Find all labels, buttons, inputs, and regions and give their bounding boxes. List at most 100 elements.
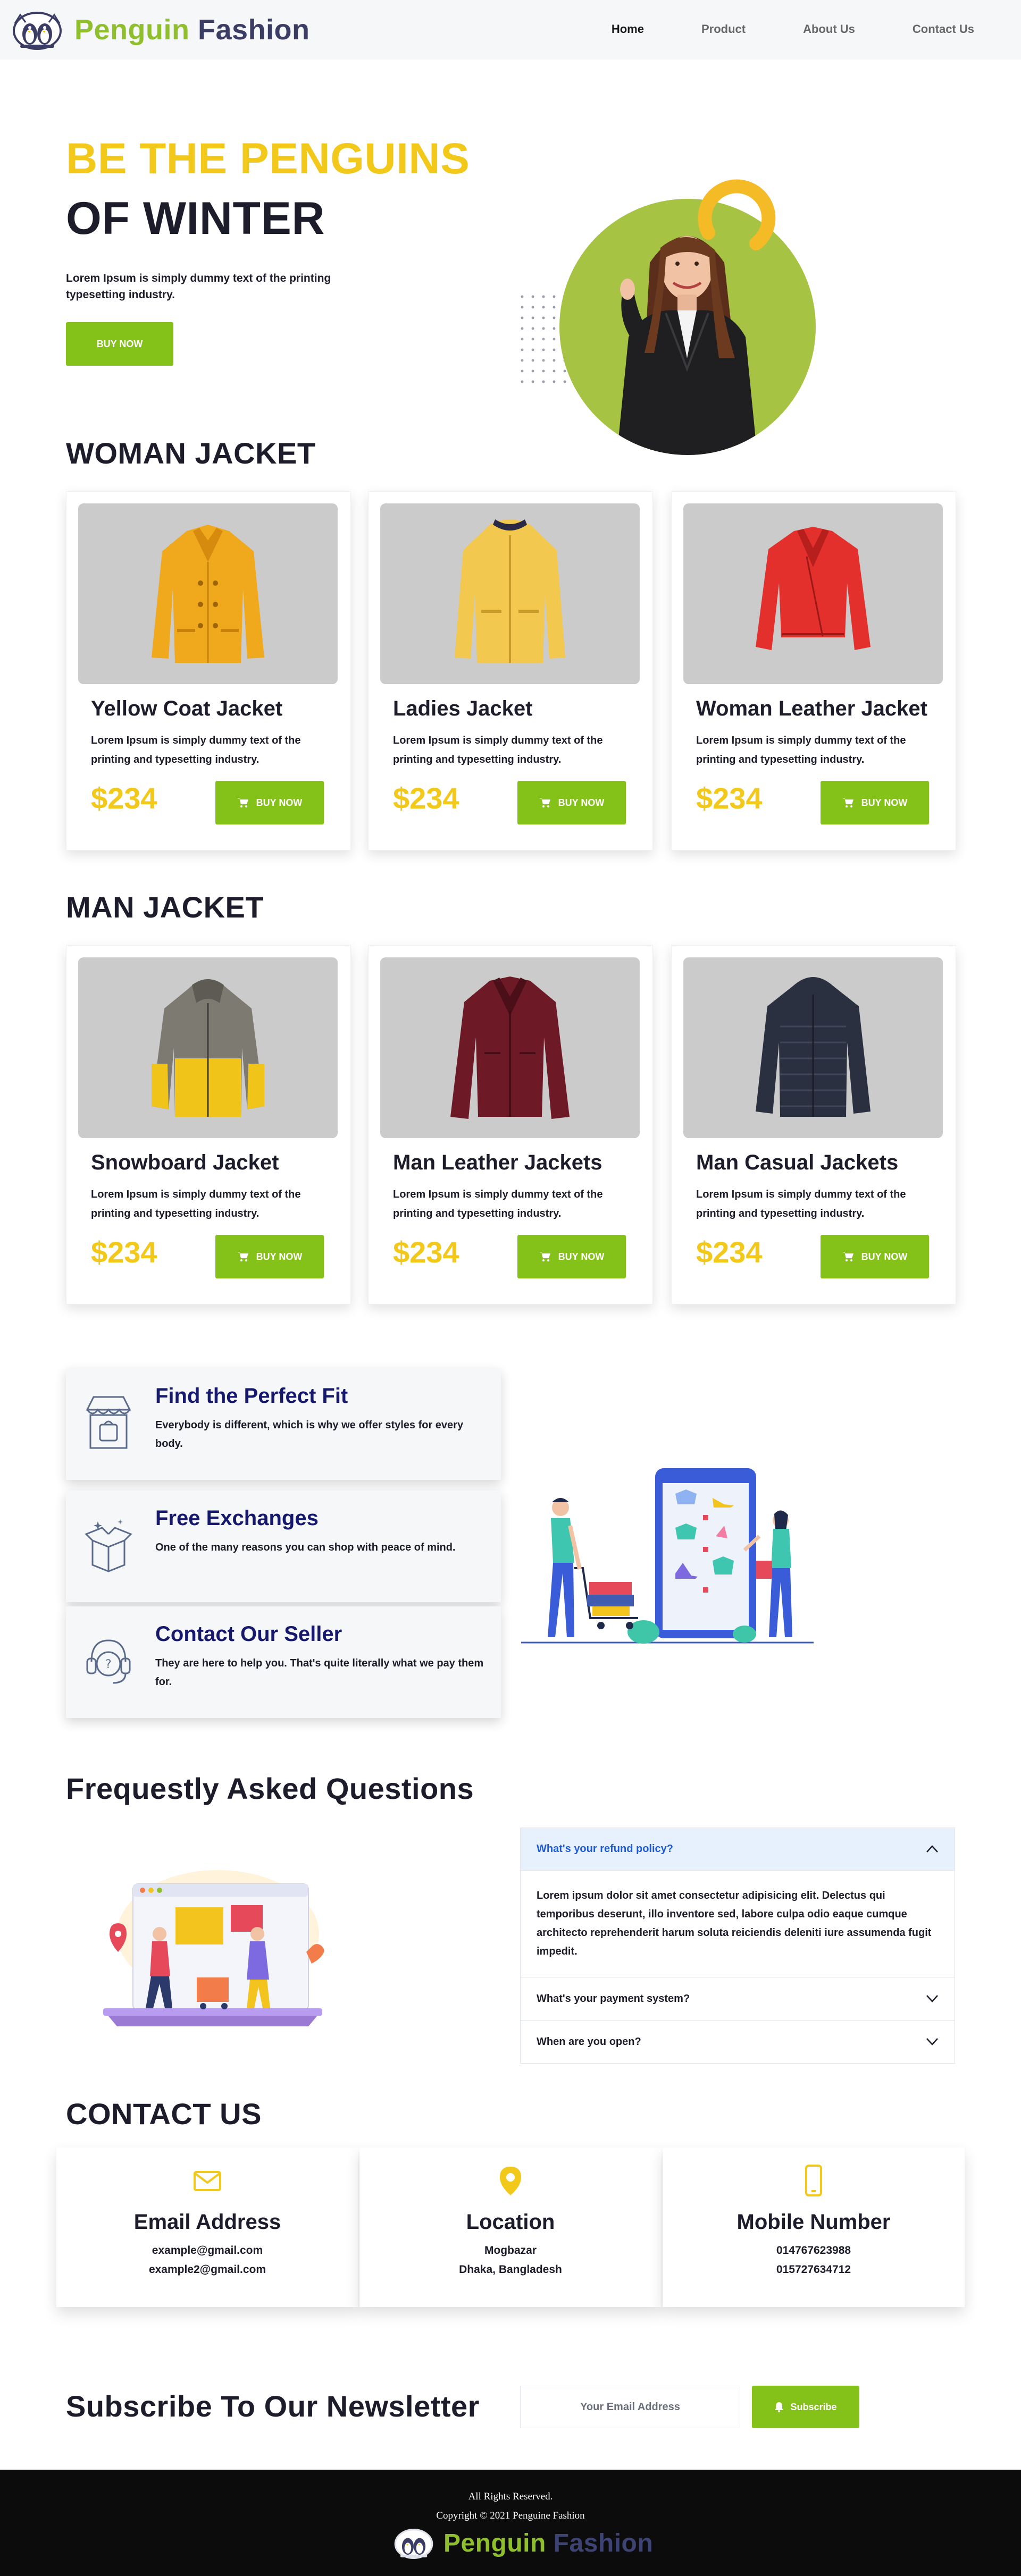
- navbar: Penguin Fashion Home Product About Us Co…: [0, 0, 1021, 60]
- contact-phone-primary[interactable]: 014767623988: [663, 2244, 965, 2257]
- buy-now-button[interactable]: BUY NOW: [821, 781, 929, 824]
- footer-brand-part1: Penguin: [443, 2529, 546, 2557]
- faq-item: When are you open?: [521, 2021, 955, 2063]
- cart-icon: [842, 798, 853, 807]
- bell-icon: [775, 2402, 784, 2412]
- product-image: [380, 503, 640, 684]
- faq-title: Frequestly Asked Questions: [66, 1772, 474, 1805]
- product-image: [78, 503, 338, 684]
- product-title: Woman Leather Jacket: [696, 697, 927, 720]
- cart-icon: [237, 1252, 248, 1261]
- product-title: Man Casual Jackets: [696, 1151, 899, 1174]
- penguin-logo-icon: [394, 2529, 433, 2559]
- faq-question-toggle[interactable]: When are you open?: [521, 2021, 955, 2063]
- product-card: Yellow Coat Jacket Lorem Ipsum is simply…: [66, 491, 351, 851]
- feature-card: ? Contact Our Seller They are here to he…: [66, 1606, 501, 1718]
- buy-now-button[interactable]: BUY NOW: [215, 781, 324, 824]
- contact-email-secondary[interactable]: example2@gmail.com: [56, 2263, 358, 2276]
- footer-copyright: Copyright © 2021 Penguine Fashion: [436, 2510, 585, 2521]
- footer-brand[interactable]: Penguin Fashion: [391, 2527, 653, 2559]
- buy-now-button[interactable]: BUY NOW: [215, 1235, 324, 1278]
- nav-product-link[interactable]: Product: [701, 22, 746, 36]
- feature-title: Contact Our Seller: [155, 1622, 342, 1646]
- contact-card: Location Mogbazar Dhaka, Bangladesh: [359, 2148, 662, 2307]
- brand-name-part1: Penguin: [74, 14, 190, 46]
- faq-accordion: What's your refund policy? Lorem ipsum d…: [520, 1828, 955, 2064]
- footer: All Rights Reserved. Copyright © 2021 Pe…: [0, 2470, 1021, 2576]
- contact-address-line1: Mogbazar: [484, 2244, 537, 2257]
- buy-now-button[interactable]: BUY NOW: [517, 1235, 626, 1278]
- svg-text:?: ?: [105, 1658, 112, 1671]
- product-card: Man Leather Jackets Lorem Ipsum is simpl…: [368, 945, 653, 1304]
- product-image: [78, 957, 338, 1138]
- buy-now-label: BUY NOW: [558, 797, 605, 808]
- woman-jacket-title: WOMAN JACKET: [66, 436, 316, 470]
- contact-title: CONTACT US: [66, 2097, 262, 2131]
- hero-buy-now-label: BUY NOW: [96, 338, 143, 349]
- cart-icon: [842, 1252, 853, 1261]
- buy-now-label: BUY NOW: [861, 797, 908, 808]
- nav-home-link[interactable]: Home: [612, 22, 644, 36]
- product-price: $234: [393, 781, 459, 815]
- product-price: $234: [393, 1235, 459, 1269]
- product-price: $234: [696, 1235, 763, 1269]
- feature-description: They are here to help you. That's quite …: [155, 1657, 484, 1688]
- brand-logo-link[interactable]: Penguin Fashion: [10, 10, 310, 50]
- buy-now-label: BUY NOW: [558, 1251, 605, 1262]
- hero-buy-now-button[interactable]: BUY NOW: [66, 322, 173, 366]
- faq-question-toggle[interactable]: What's your payment system?: [521, 1977, 955, 2020]
- buy-now-label: BUY NOW: [256, 797, 303, 808]
- newsletter-email-input[interactable]: [520, 2386, 740, 2428]
- faq-question-text: What's your payment system?: [537, 1992, 690, 2005]
- hero-description: Lorem Ipsum is simply dummy text of the …: [66, 272, 331, 301]
- buy-now-button[interactable]: BUY NOW: [517, 781, 626, 824]
- product-title: Man Leather Jackets: [393, 1151, 602, 1174]
- yellow-ring-decoration: [698, 179, 776, 250]
- yellow-coat-image: [152, 525, 264, 663]
- contact-card: Email Address example@gmail.com example2…: [56, 2148, 358, 2307]
- footer-brand-name: Penguin Fashion: [443, 2529, 653, 2558]
- newsletter-title: Subscribe To Our Newsletter: [66, 2389, 480, 2423]
- brand-name-part2: Fashion: [198, 14, 310, 46]
- man-jacket-title: MAN JACKET: [66, 890, 264, 924]
- product-price: $234: [91, 1235, 157, 1269]
- product-description: Lorem Ipsum is simply dummy text of the …: [696, 735, 906, 765]
- envelope-icon: [194, 2171, 221, 2191]
- feature-card: Find the Perfect Fit Everybody is differ…: [66, 1368, 501, 1480]
- shop-stall-icon: [86, 1396, 131, 1449]
- nav-about-link[interactable]: About Us: [803, 22, 855, 36]
- faq-answer: Lorem ipsum dolor sit amet consectetur a…: [537, 1890, 932, 1957]
- contact-phone-secondary[interactable]: 015727634712: [663, 2263, 965, 2276]
- feature-title: Free Exchanges: [155, 1506, 319, 1530]
- feature-description: Everybody is different, which is why we …: [155, 1419, 464, 1450]
- man-casual-jacket-image: [756, 977, 871, 1117]
- buy-now-button[interactable]: BUY NOW: [821, 1235, 929, 1278]
- cart-icon: [237, 798, 248, 807]
- hero-title-line2: OF WINTER: [66, 193, 325, 244]
- faq-question-toggle[interactable]: What's your refund policy?: [521, 1828, 955, 1871]
- product-card: Ladies Jacket Lorem Ipsum is simply dumm…: [368, 491, 653, 851]
- subscribe-button[interactable]: Subscribe: [752, 2386, 859, 2428]
- faq-item: What's your payment system?: [521, 1977, 955, 2021]
- footer-rights: All Rights Reserved.: [468, 2491, 553, 2502]
- hero-section: BE THE PENGUINS OF WINTER Lorem Ipsum is…: [0, 60, 1021, 455]
- hero-title-line1: BE THE PENGUINS: [66, 134, 470, 183]
- product-image: [683, 503, 943, 684]
- cart-icon: [539, 798, 550, 807]
- nav-contact-link[interactable]: Contact Us: [913, 22, 974, 36]
- faq-item: What's your refund policy? Lorem ipsum d…: [521, 1828, 955, 1977]
- contact-email-primary[interactable]: example@gmail.com: [56, 2244, 358, 2257]
- product-description: Lorem Ipsum is simply dummy text of the …: [696, 1189, 906, 1219]
- product-price: $234: [91, 781, 157, 815]
- online-shopping-illustration: [521, 1468, 814, 1644]
- product-card: Man Casual Jackets Lorem Ipsum is simply…: [671, 945, 956, 1304]
- contact-address-line2: Dhaka, Bangladesh: [459, 2263, 562, 2276]
- contact-card: Mobile Number 014767623988 015727634712: [663, 2148, 965, 2307]
- mobile-phone-icon: [805, 2165, 822, 2196]
- buy-now-label: BUY NOW: [861, 1251, 908, 1262]
- feature-description: One of the many reasons you can shop wit…: [155, 1542, 456, 1553]
- main-nav: Home Product About Us Contact Us: [554, 22, 974, 36]
- product-title: Ladies Jacket: [393, 697, 533, 720]
- contact-card-title: Email Address: [133, 2210, 281, 2234]
- product-price: $234: [696, 781, 763, 815]
